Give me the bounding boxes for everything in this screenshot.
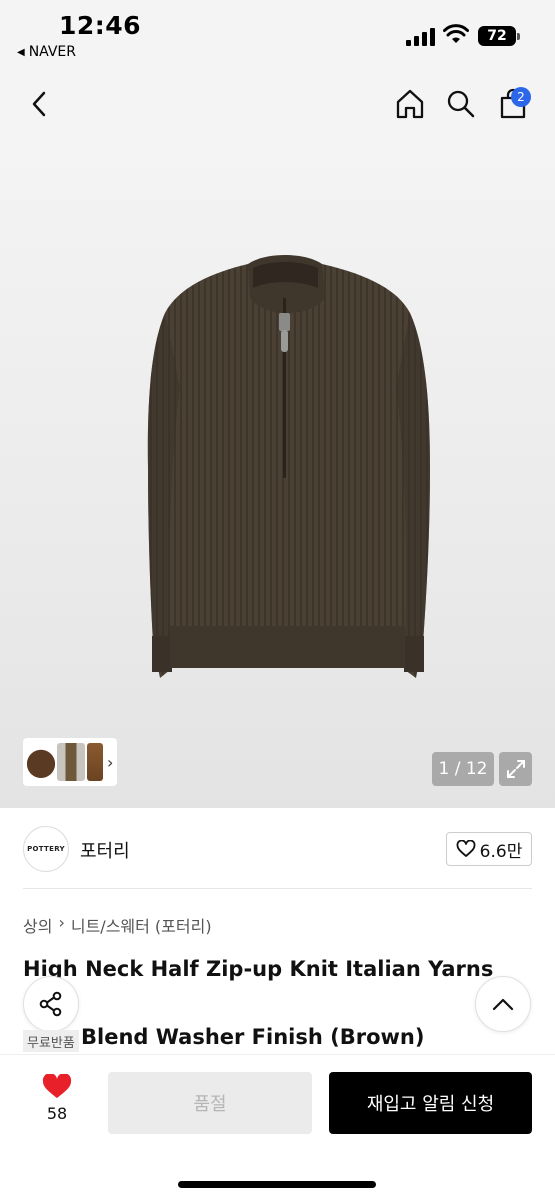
cart-count-badge: 2 xyxy=(511,87,531,107)
product-title-line-2: Blend Washer Finish (Brown) xyxy=(81,1025,425,1049)
breadcrumb: 상의 › 니트/스웨터 (포터리) xyxy=(23,913,212,937)
heart-filled-icon xyxy=(42,1074,72,1098)
home-indicator[interactable] xyxy=(178,1181,376,1188)
thumbnail-1[interactable] xyxy=(27,743,55,781)
thumbnail-strip[interactable]: › xyxy=(23,738,117,786)
app-header xyxy=(0,70,555,138)
brand-like-button[interactable]: 6.6만 xyxy=(446,832,532,866)
brand-logo[interactable]: POTTERY xyxy=(23,826,69,872)
breadcrumb-subcategory[interactable]: 니트/스웨터 (포터리) xyxy=(71,913,212,937)
brand-name[interactable]: 포터리 xyxy=(80,837,130,863)
battery-indicator: 72 xyxy=(478,26,520,46)
share-button[interactable] xyxy=(23,976,79,1032)
back-triangle-icon: ◀ xyxy=(17,46,25,58)
home-icon xyxy=(396,89,424,119)
product-image xyxy=(147,255,431,678)
chevron-up-icon xyxy=(492,998,514,1011)
brand-like-count: 6.6만 xyxy=(479,841,523,862)
heart-outline-icon xyxy=(456,840,476,857)
thumbnail-3[interactable] xyxy=(87,743,103,781)
wishlist-button[interactable]: 58 xyxy=(38,1074,76,1123)
status-time: 12:46 xyxy=(59,11,142,40)
search-icon xyxy=(447,90,475,118)
back-app-label: NAVER xyxy=(28,44,77,60)
product-title-line-1: High Neck Half Zip-up Knit Italian Yarns… xyxy=(23,957,494,1015)
product-image-gallery[interactable] xyxy=(0,138,555,808)
back-to-app-link[interactable]: ◀ NAVER xyxy=(17,44,76,60)
back-button[interactable] xyxy=(20,84,60,124)
wishlist-count: 58 xyxy=(46,1104,68,1123)
home-button[interactable] xyxy=(390,84,430,124)
share-icon xyxy=(39,991,62,1017)
product-title: High Neck Half Zip-up Knit Italian Yarns… xyxy=(23,952,538,1054)
soldout-button: 품절 xyxy=(108,1072,312,1134)
scroll-top-button[interactable] xyxy=(475,976,531,1032)
wifi-icon xyxy=(443,24,469,43)
chevron-right-icon[interactable]: › xyxy=(107,753,113,772)
expand-image-button[interactable] xyxy=(499,752,532,786)
divider xyxy=(23,888,532,889)
status-bar: 12:46 ◀ NAVER 72 xyxy=(0,0,555,70)
free-return-badge: 무료반품 xyxy=(23,1030,79,1052)
search-button[interactable] xyxy=(441,84,481,124)
breadcrumb-separator-icon: › xyxy=(58,913,65,932)
expand-icon xyxy=(506,760,525,778)
back-icon xyxy=(32,91,46,117)
cellular-signal-icon xyxy=(406,28,436,46)
thumbnail-2[interactable] xyxy=(57,743,85,781)
image-counter: 1 / 12 xyxy=(432,752,494,786)
breadcrumb-category[interactable]: 상의 xyxy=(23,913,52,937)
restock-alert-button[interactable]: 재입고 알림 신청 xyxy=(329,1072,532,1134)
